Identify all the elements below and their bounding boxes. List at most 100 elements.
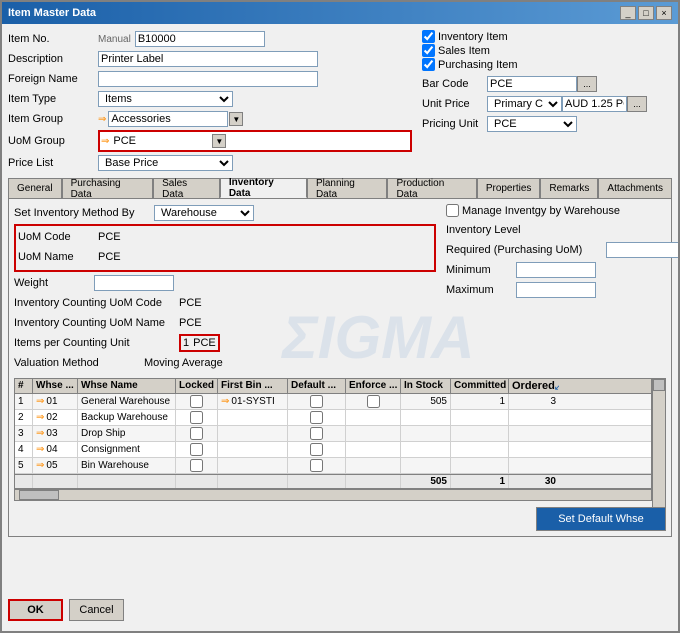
- default-2-checkbox[interactable]: [310, 411, 323, 424]
- table-row: 5 ⇒05 Bin Warehouse: [15, 458, 651, 474]
- inv-counting-uom-code-value: PCE: [179, 297, 202, 309]
- foreign-name-input[interactable]: [98, 71, 318, 87]
- minimum-label: Minimum: [446, 264, 516, 276]
- uom-group-combo-btn[interactable]: ▼: [212, 134, 226, 148]
- uom-group-highlight: ⇒ ▼: [98, 130, 412, 152]
- minimize-button[interactable]: _: [620, 6, 636, 20]
- cell-in-stock-3: [401, 426, 451, 441]
- uom-code-label: UoM Code: [18, 231, 98, 243]
- tab-attachments[interactable]: Attachments: [598, 178, 672, 198]
- inventory-item-checkbox[interactable]: [422, 30, 435, 43]
- default-5-checkbox[interactable]: [310, 459, 323, 472]
- items-per-highlight: 1 PCE: [179, 334, 220, 352]
- locked-2-checkbox[interactable]: [190, 411, 203, 424]
- minimum-row: Minimum: [446, 261, 666, 279]
- sales-item-checkbox[interactable]: [422, 44, 435, 57]
- uom-group-input[interactable]: [111, 133, 211, 149]
- cell-whse-name-1: General Warehouse: [78, 394, 176, 409]
- purchasing-item-row: Purchasing Item: [422, 58, 672, 71]
- required-row: Required (Purchasing UoM): [446, 241, 666, 259]
- locked-1-checkbox[interactable]: [190, 395, 203, 408]
- set-inv-method-label: Set Inventory Method By: [14, 207, 154, 219]
- cell-ordered-1: 3: [509, 394, 559, 409]
- grid-scrollbar[interactable]: [652, 378, 666, 508]
- cell-whse-code-1: ⇒01: [33, 394, 78, 409]
- inv-counting-uom-name-row: Inventory Counting UoM Name PCE: [14, 314, 436, 332]
- price-list-row: Price List Base Price: [8, 154, 412, 172]
- price-list-select[interactable]: Base Price: [98, 155, 233, 171]
- inventory-content: Set Inventory Method By Warehouse UoM Co…: [14, 204, 666, 374]
- cell-default-2: [288, 410, 346, 425]
- item-no-label: Item No.: [8, 33, 98, 45]
- maximize-button[interactable]: □: [638, 6, 654, 20]
- cancel-button[interactable]: Cancel: [69, 599, 124, 621]
- item-type-label: Item Type: [8, 93, 98, 105]
- tab-planning-data[interactable]: Planning Data: [307, 178, 388, 198]
- ok-button[interactable]: OK: [8, 599, 63, 621]
- uom-name-value: PCE: [98, 251, 121, 263]
- pricing-unit-row: Pricing Unit PCE: [422, 115, 672, 133]
- purchasing-item-label: Purchasing Item: [438, 59, 517, 71]
- set-default-whse-button[interactable]: Set Default Whse: [536, 507, 666, 531]
- description-input[interactable]: [98, 51, 318, 67]
- manage-inv-checkbox[interactable]: [446, 204, 459, 217]
- cell-first-bin-3: [218, 426, 288, 441]
- default-3-checkbox[interactable]: [310, 427, 323, 440]
- item-group-combo-btn[interactable]: ▼: [229, 112, 243, 126]
- item-group-label: Item Group: [8, 113, 98, 125]
- cell-whse-name-2: Backup Warehouse: [78, 410, 176, 425]
- tab-inventory-data[interactable]: Inventory Data: [220, 178, 307, 198]
- unit-price-input[interactable]: [562, 96, 627, 112]
- footer-enforce: [346, 475, 401, 488]
- footer-name: [78, 475, 176, 488]
- purchasing-item-checkbox[interactable]: [422, 58, 435, 71]
- cell-whse-name-4: Consignment: [78, 442, 176, 457]
- default-4-checkbox[interactable]: [310, 443, 323, 456]
- item-type-select[interactable]: Items: [98, 91, 233, 107]
- barcode-input[interactable]: [487, 76, 577, 92]
- weight-input[interactable]: [94, 275, 174, 291]
- h-scrollbar[interactable]: [14, 489, 652, 501]
- locked-4-checkbox[interactable]: [190, 443, 203, 456]
- maximum-input[interactable]: [516, 282, 596, 298]
- currency-select[interactable]: Primary Curren...: [487, 96, 562, 112]
- maximum-row: Maximum: [446, 281, 666, 299]
- minimum-input[interactable]: [516, 262, 596, 278]
- barcode-btn[interactable]: ...: [577, 76, 597, 92]
- sales-item-row: Sales Item: [422, 44, 672, 57]
- tab-properties[interactable]: Properties: [477, 178, 541, 198]
- locked-5-checkbox[interactable]: [190, 459, 203, 472]
- locked-3-checkbox[interactable]: [190, 427, 203, 440]
- tab-remarks[interactable]: Remarks: [540, 178, 598, 198]
- default-1-checkbox[interactable]: [310, 395, 323, 408]
- item-group-input[interactable]: [108, 111, 228, 127]
- tab-general[interactable]: General: [8, 178, 62, 198]
- unit-price-btn[interactable]: ...: [627, 96, 647, 112]
- cell-enforce-5: [346, 458, 401, 473]
- uom-name-label: UoM Name: [18, 251, 98, 263]
- cell-num-4: 4: [15, 442, 33, 457]
- cell-num-1: 1: [15, 394, 33, 409]
- set-inv-method-select[interactable]: Warehouse: [154, 205, 254, 221]
- cell-enforce-2: [346, 410, 401, 425]
- main-window: Item Master Data _ □ × Item No. Manual D…: [0, 0, 680, 633]
- required-input[interactable]: [606, 242, 680, 258]
- tab-purchasing-data[interactable]: Purchasing Data: [62, 178, 154, 198]
- tab-production-data[interactable]: Production Data: [387, 178, 476, 198]
- row4-arrow-icon: ⇒: [36, 444, 44, 455]
- unit-price-row: Unit Price Primary Curren... ...: [422, 95, 672, 113]
- h-scrollbar-thumb: [19, 490, 59, 500]
- cell-committed-1: 1: [451, 394, 509, 409]
- grid-expand-icon[interactable]: ⤢: [555, 381, 559, 392]
- pricing-unit-select[interactable]: PCE: [487, 116, 577, 132]
- cell-num-2: 2: [15, 410, 33, 425]
- table-row: 3 ⇒03 Drop Ship: [15, 426, 651, 442]
- cell-enforce-4: [346, 442, 401, 457]
- close-button[interactable]: ×: [656, 6, 672, 20]
- set-default-whse-section: Set Default Whse: [14, 507, 666, 531]
- tab-sales-data[interactable]: Sales Data: [153, 178, 220, 198]
- set-inv-method-row: Set Inventory Method By Warehouse: [14, 204, 436, 222]
- item-no-input[interactable]: [135, 31, 265, 47]
- enforce-1-checkbox[interactable]: [367, 395, 380, 408]
- manage-inv-row: Manage Inventgy by Warehouse: [446, 204, 666, 217]
